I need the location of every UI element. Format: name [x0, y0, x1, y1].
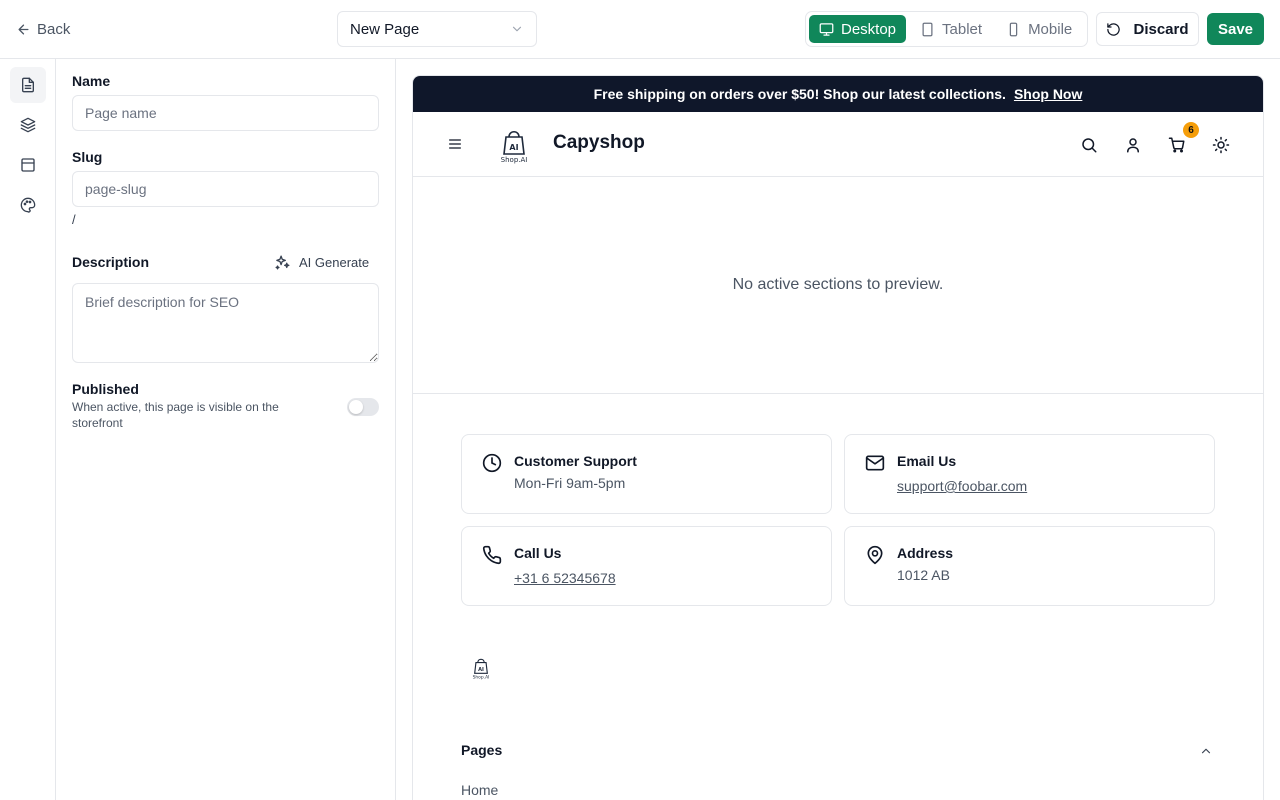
ai-generate-button[interactable]: AI Generate [274, 254, 369, 271]
page-settings-panel: Name Slug / Description AI Generate Publ… [56, 59, 396, 800]
cart-count-badge: 6 [1183, 122, 1199, 138]
tablet-icon [922, 22, 933, 36]
chevron-down-icon [512, 26, 522, 32]
published-help-text: When active, this page is visible on the… [72, 400, 279, 430]
device-tablet-label: Tablet [942, 20, 983, 38]
sun-icon[interactable] [1212, 136, 1230, 154]
email-link[interactable]: support@foobar.com [897, 478, 1027, 494]
contact-card-phone: Call Us +31 6 52345678 [461, 526, 832, 606]
contact-card-value: Mon-Fri 9am-5pm [514, 475, 626, 491]
page-select-value: New Page [350, 20, 420, 38]
map-pin-icon [867, 545, 883, 565]
device-desktop-label: Desktop [841, 20, 897, 38]
page-select[interactable]: New Page [337, 11, 537, 47]
sidebar-rail [0, 59, 56, 800]
contact-card-title: Call Us [514, 545, 562, 561]
layout-icon [21, 158, 35, 172]
phone-link[interactable]: +31 6 52345678 [514, 570, 616, 586]
name-label: Name [72, 73, 111, 89]
description-textarea[interactable] [72, 283, 379, 363]
smartphone-icon [1009, 22, 1018, 36]
contact-card-title: Address [897, 545, 954, 561]
contact-card-support: Customer Support Mon-Fri 9am-5pm [461, 434, 832, 514]
palette-icon [20, 197, 36, 213]
svg-text:AI: AI [478, 667, 484, 673]
rail-layers-button[interactable] [10, 107, 46, 143]
rail-theme-button[interactable] [10, 187, 46, 223]
slug-preview: / [72, 212, 76, 227]
mail-icon [865, 455, 885, 471]
toggle-knob [349, 400, 363, 414]
footer-logo-text: Shop.AI [473, 674, 490, 680]
footer-link-home[interactable]: Home [461, 782, 498, 798]
preview-area: Free shipping on orders over $50! Shop o… [396, 59, 1280, 800]
name-input[interactable] [72, 95, 379, 131]
discard-button[interactable]: Discard [1096, 12, 1199, 46]
device-mobile-button[interactable]: Mobile [996, 15, 1082, 43]
sparkles-icon [275, 255, 290, 270]
menu-icon[interactable] [447, 136, 463, 152]
monitor-icon [819, 22, 834, 36]
shopping-cart-icon[interactable] [1168, 136, 1186, 154]
shop-header: AI Shop.AI Capyshop 6 [413, 112, 1263, 177]
slug-input[interactable] [72, 171, 379, 207]
contact-card-address: Address 1012 AB [844, 526, 1215, 606]
search-icon[interactable] [1080, 136, 1098, 154]
storefront-preview: Free shipping on orders over $50! Shop o… [412, 75, 1264, 800]
phone-icon [482, 545, 502, 565]
shop-now-link[interactable]: Shop Now [1014, 86, 1082, 102]
slug-label: Slug [72, 149, 103, 165]
footer-logo: AI Shop.AI [473, 658, 490, 680]
device-desktop-button[interactable]: Desktop [809, 15, 907, 43]
logo-text: Shop.AI [501, 156, 528, 164]
contact-card-value: 1012 AB [897, 567, 950, 583]
contact-card-title: Email Us [897, 453, 957, 469]
top-bar: Back New Page Desktop Tablet Mobile Disc… [0, 0, 1280, 59]
contact-card-email: Email Us support@foobar.com [844, 434, 1215, 514]
layers-icon [20, 117, 36, 133]
published-toggle[interactable] [347, 398, 379, 416]
back-label: Back [37, 20, 71, 38]
save-button[interactable]: Save [1207, 13, 1264, 45]
footer-pages-title[interactable]: Pages [461, 742, 502, 758]
device-tablet-button[interactable]: Tablet [910, 15, 992, 43]
shop-logo[interactable]: AI Shop.AI [495, 124, 533, 164]
file-text-icon [22, 77, 34, 93]
discard-label: Discard [1133, 20, 1189, 38]
device-mobile-label: Mobile [1028, 20, 1073, 38]
rail-page-settings-button[interactable] [10, 67, 46, 103]
svg-text:AI: AI [509, 143, 518, 152]
published-label: Published [72, 381, 139, 397]
contact-card-title: Customer Support [514, 453, 637, 469]
rotate-ccw-icon [1107, 22, 1121, 36]
description-label: Description [72, 254, 150, 270]
user-icon[interactable] [1124, 136, 1142, 154]
rail-layout-button[interactable] [10, 147, 46, 183]
contact-info-grid: Customer Support Mon-Fri 9am-5pm Email U… [461, 434, 1215, 606]
announcement-bar: Free shipping on orders over $50! Shop o… [413, 76, 1263, 112]
announcement-text: Free shipping on orders over $50! Shop o… [593, 86, 1006, 102]
device-toggle-group: Desktop Tablet Mobile [805, 11, 1088, 47]
empty-preview-message: No active sections to preview. [413, 177, 1263, 394]
back-button[interactable]: Back [16, 18, 70, 40]
ai-generate-label: AI Generate [299, 255, 370, 270]
brand-name: Capyshop [553, 132, 645, 153]
clock-icon [482, 453, 502, 473]
chevron-up-icon[interactable] [1199, 744, 1213, 758]
arrow-left-icon [18, 24, 29, 34]
